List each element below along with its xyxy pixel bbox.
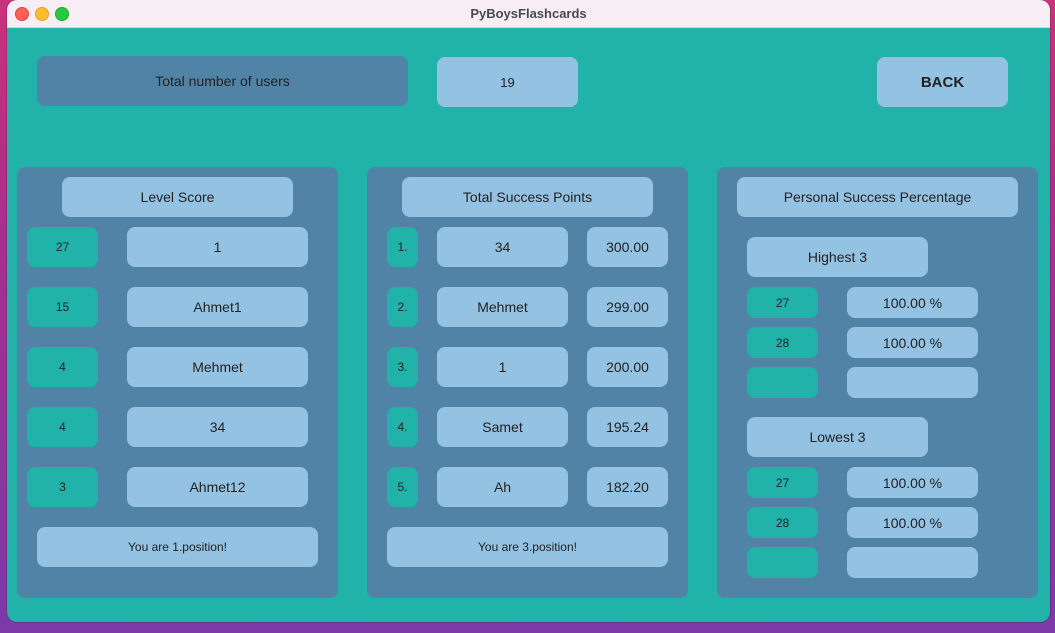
level-score-name: Mehmet: [127, 347, 308, 387]
window-title: PyBoysFlashcards: [470, 6, 587, 21]
success-rank: 2.: [387, 287, 418, 327]
title-bar: PyBoysFlashcards: [7, 0, 1050, 28]
lowest-level: 27: [747, 467, 818, 498]
total-users-label: Total number of users: [37, 56, 408, 106]
lowest-3-label: Lowest 3: [747, 417, 928, 457]
level-score-name: 1: [127, 227, 308, 267]
success-name: Samet: [437, 407, 568, 447]
lowest-percentage: [847, 547, 978, 578]
success-rank: 4.: [387, 407, 418, 447]
back-button[interactable]: BACK: [877, 57, 1008, 107]
success-points-value: 195.24: [587, 407, 668, 447]
success-points-value: 200.00: [587, 347, 668, 387]
level-score-name: Ahmet12: [127, 467, 308, 507]
level-score-position: You are 1.position!: [37, 527, 318, 567]
success-points-value: 299.00: [587, 287, 668, 327]
success-rank: 3.: [387, 347, 418, 387]
level-score-name: Ahmet1: [127, 287, 308, 327]
success-points-value: 300.00: [587, 227, 668, 267]
success-points-title: Total Success Points: [402, 177, 653, 217]
success-points-position: You are 3.position!: [387, 527, 668, 567]
highest-percentage: 100.00 %: [847, 287, 978, 318]
app-window: PyBoysFlashcards Total number of users 1…: [7, 0, 1050, 622]
lowest-level: [747, 547, 818, 578]
highest-percentage: 100.00 %: [847, 327, 978, 358]
success-rank: 1.: [387, 227, 418, 267]
highest-level: [747, 367, 818, 398]
highest-3-label: Highest 3: [747, 237, 928, 277]
highest-level: 28: [747, 327, 818, 358]
highest-percentage: [847, 367, 978, 398]
level-score-level: 4: [27, 347, 98, 387]
highest-level: 27: [747, 287, 818, 318]
lowest-percentage: 100.00 %: [847, 507, 978, 538]
success-points-value: 182.20: [587, 467, 668, 507]
level-score-level: 15: [27, 287, 98, 327]
level-score-level: 27: [27, 227, 98, 267]
success-percentage-title: Personal Success Percentage: [737, 177, 1018, 217]
total-users-value: 19: [437, 57, 578, 107]
success-name: Mehmet: [437, 287, 568, 327]
success-rank: 5.: [387, 467, 418, 507]
lowest-level: 28: [747, 507, 818, 538]
level-score-level: 4: [27, 407, 98, 447]
success-name: 1: [437, 347, 568, 387]
level-score-title: Level Score: [62, 177, 293, 217]
level-score-name: 34: [127, 407, 308, 447]
success-name: Ah: [437, 467, 568, 507]
level-score-level: 3: [27, 467, 98, 507]
success-name: 34: [437, 227, 568, 267]
lowest-percentage: 100.00 %: [847, 467, 978, 498]
